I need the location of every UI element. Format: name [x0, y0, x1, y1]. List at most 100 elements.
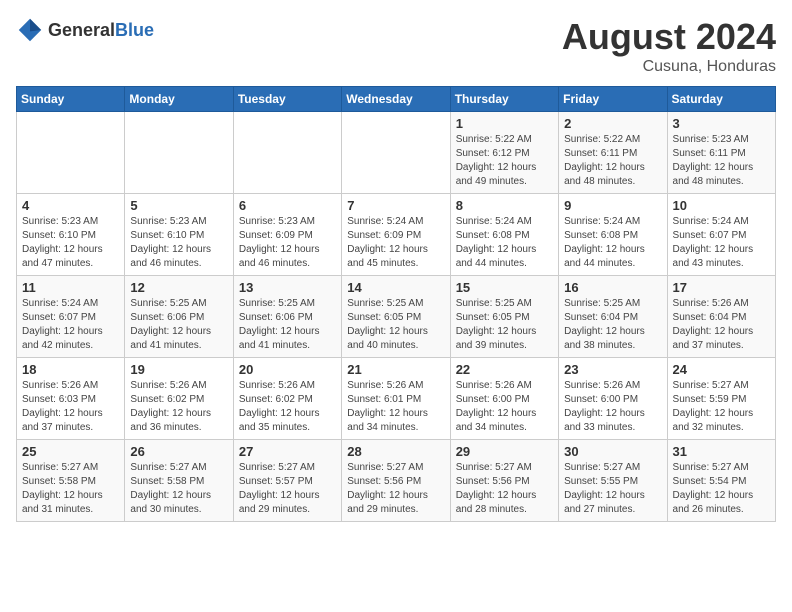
day-number: 4 — [22, 198, 119, 213]
calendar-cell: 11Sunrise: 5:24 AM Sunset: 6:07 PM Dayli… — [17, 276, 125, 358]
calendar-cell: 10 Sunrise: 5:24 AM Sunset: 6:07 PM Dayli… — [667, 194, 775, 276]
weekday-header-tuesday: Tuesday — [233, 87, 341, 112]
calendar-cell: 9 Sunrise: 5:24 AM Sunset: 6:08 PM Daylig… — [559, 194, 667, 276]
calendar-cell: 17 Sunrise: 5:26 AM Sunset: 6:04 PM Dayli… — [667, 276, 775, 358]
day-number: 5 — [130, 198, 227, 213]
day-detail: Sunrise: 5:26 AM Sunset: 6:01 PM Dayligh… — [347, 379, 444, 435]
day-number: 28 — [347, 444, 444, 459]
day-number: 14 — [347, 280, 444, 295]
day-detail: Sunrise: 5:23 AM Sunset: 6:10 PM Dayligh… — [22, 215, 119, 271]
calendar-week-row: 25 Sunrise: 5:27 AM Sunset: 5:58 PM Dayli… — [17, 440, 776, 522]
calendar-week-row: 4 Sunrise: 5:23 AM Sunset: 6:10 PM Daylig… — [17, 194, 776, 276]
calendar-week-row: 11Sunrise: 5:24 AM Sunset: 6:07 PM Dayli… — [17, 276, 776, 358]
calendar-cell: 14 Sunrise: 5:25 AM Sunset: 6:05 PM Dayli… — [342, 276, 450, 358]
day-number: 19 — [130, 362, 227, 377]
day-detail: Sunrise: 5:27 AM Sunset: 5:54 PM Dayligh… — [673, 461, 770, 517]
day-detail: Sunrise: 5:25 AM Sunset: 6:05 PM Dayligh… — [347, 297, 444, 353]
calendar-cell: 18 Sunrise: 5:26 AM Sunset: 6:03 PM Dayli… — [17, 358, 125, 440]
day-detail: Sunrise: 5:25 AM Sunset: 6:05 PM Dayligh… — [456, 297, 553, 353]
calendar-cell: 28 Sunrise: 5:27 AM Sunset: 5:56 PM Dayli… — [342, 440, 450, 522]
calendar-cell — [342, 112, 450, 194]
day-detail: Sunrise: 5:27 AM Sunset: 5:56 PM Dayligh… — [347, 461, 444, 517]
calendar-table: SundayMondayTuesdayWednesdayThursdayFrid… — [16, 86, 776, 522]
calendar-week-row: 18 Sunrise: 5:26 AM Sunset: 6:03 PM Dayli… — [17, 358, 776, 440]
day-detail: Sunrise: 5:24 AM Sunset: 6:08 PM Dayligh… — [564, 215, 661, 271]
day-number: 8 — [456, 198, 553, 213]
calendar-cell: 25Sunrise: 5:27 AM Sunset: 5:58 PM Dayli… — [17, 440, 125, 522]
calendar-cell: 6Sunrise: 5:23 AM Sunset: 6:09 PM Daylig… — [233, 194, 341, 276]
day-number: 12 — [130, 280, 227, 295]
day-number: 23 — [564, 362, 661, 377]
weekday-header-saturday: Saturday — [667, 87, 775, 112]
calendar-cell: 15 Sunrise: 5:25 AM Sunset: 6:05 PM Dayli… — [450, 276, 558, 358]
day-number: 29 — [456, 444, 553, 459]
weekday-header-thursday: Thursday — [450, 87, 558, 112]
calendar-cell — [17, 112, 125, 194]
page-header: GeneralBlue August 2024 Cusuna, Honduras — [16, 16, 776, 76]
calendar-cell: 3 Sunrise: 5:23 AM Sunset: 6:11 PM Daylig… — [667, 112, 775, 194]
calendar-cell: 5Sunrise: 5:23 AM Sunset: 6:10 PM Daylig… — [125, 194, 233, 276]
day-detail: Sunrise: 5:25 AM Sunset: 6:04 PM Dayligh… — [564, 297, 661, 353]
calendar-cell: 4 Sunrise: 5:23 AM Sunset: 6:10 PM Daylig… — [17, 194, 125, 276]
day-number: 25 — [22, 444, 119, 459]
day-number: 11 — [22, 280, 119, 295]
day-detail: Sunrise: 5:27 AM Sunset: 5:56 PM Dayligh… — [456, 461, 553, 517]
logo-text-blue: Blue — [115, 20, 154, 40]
day-number: 18 — [22, 362, 119, 377]
logo-text-general: General — [48, 20, 115, 40]
day-detail: Sunrise: 5:24 AM Sunset: 6:08 PM Dayligh… — [456, 215, 553, 271]
weekday-header-friday: Friday — [559, 87, 667, 112]
day-number: 13 — [239, 280, 336, 295]
day-detail: Sunrise: 5:26 AM Sunset: 6:03 PM Dayligh… — [22, 379, 119, 435]
calendar-cell: 8 Sunrise: 5:24 AM Sunset: 6:08 PM Daylig… — [450, 194, 558, 276]
day-number: 21 — [347, 362, 444, 377]
calendar-cell: 31 Sunrise: 5:27 AM Sunset: 5:54 PM Dayli… — [667, 440, 775, 522]
calendar-title: August 2024 — [562, 16, 776, 58]
day-detail: Sunrise: 5:26 AM Sunset: 6:04 PM Dayligh… — [673, 297, 770, 353]
calendar-week-row: 1Sunrise: 5:22 AM Sunset: 6:12 PM Daylig… — [17, 112, 776, 194]
logo: GeneralBlue — [16, 16, 154, 44]
day-number: 16 — [564, 280, 661, 295]
day-detail: Sunrise: 5:26 AM Sunset: 6:00 PM Dayligh… — [456, 379, 553, 435]
day-detail: Sunrise: 5:27 AM Sunset: 5:55 PM Dayligh… — [564, 461, 661, 517]
calendar-cell: 1Sunrise: 5:22 AM Sunset: 6:12 PM Daylig… — [450, 112, 558, 194]
calendar-cell — [125, 112, 233, 194]
day-number: 15 — [456, 280, 553, 295]
calendar-cell: 30Sunrise: 5:27 AM Sunset: 5:55 PM Dayli… — [559, 440, 667, 522]
day-detail: Sunrise: 5:24 AM Sunset: 6:07 PM Dayligh… — [673, 215, 770, 271]
day-detail: Sunrise: 5:24 AM Sunset: 6:09 PM Dayligh… — [347, 215, 444, 271]
day-detail: Sunrise: 5:27 AM Sunset: 5:58 PM Dayligh… — [130, 461, 227, 517]
calendar-cell: 20 Sunrise: 5:26 AM Sunset: 6:02 PM Dayli… — [233, 358, 341, 440]
day-number: 20 — [239, 362, 336, 377]
calendar-cell: 23Sunrise: 5:26 AM Sunset: 6:00 PM Dayli… — [559, 358, 667, 440]
weekday-header-wednesday: Wednesday — [342, 87, 450, 112]
day-number: 6 — [239, 198, 336, 213]
weekday-header-sunday: Sunday — [17, 87, 125, 112]
calendar-cell — [233, 112, 341, 194]
calendar-cell: 26Sunrise: 5:27 AM Sunset: 5:58 PM Dayli… — [125, 440, 233, 522]
day-number: 9 — [564, 198, 661, 213]
calendar-cell: 21 Sunrise: 5:26 AM Sunset: 6:01 PM Dayli… — [342, 358, 450, 440]
calendar-cell: 13Sunrise: 5:25 AM Sunset: 6:06 PM Dayli… — [233, 276, 341, 358]
weekday-header-monday: Monday — [125, 87, 233, 112]
calendar-cell: 12Sunrise: 5:25 AM Sunset: 6:06 PM Dayli… — [125, 276, 233, 358]
day-detail: Sunrise: 5:23 AM Sunset: 6:11 PM Dayligh… — [673, 133, 770, 189]
day-number: 2 — [564, 116, 661, 131]
day-detail: Sunrise: 5:27 AM Sunset: 5:59 PM Dayligh… — [673, 379, 770, 435]
day-detail: Sunrise: 5:27 AM Sunset: 5:57 PM Dayligh… — [239, 461, 336, 517]
calendar-cell: 2Sunrise: 5:22 AM Sunset: 6:11 PM Daylig… — [559, 112, 667, 194]
day-number: 1 — [456, 116, 553, 131]
calendar-header-row: SundayMondayTuesdayWednesdayThursdayFrid… — [17, 87, 776, 112]
calendar-cell: 19Sunrise: 5:26 AM Sunset: 6:02 PM Dayli… — [125, 358, 233, 440]
day-detail: Sunrise: 5:26 AM Sunset: 6:02 PM Dayligh… — [239, 379, 336, 435]
logo-icon — [16, 16, 44, 44]
day-number: 10 — [673, 198, 770, 213]
calendar-cell: 27Sunrise: 5:27 AM Sunset: 5:57 PM Dayli… — [233, 440, 341, 522]
calendar-cell: 7Sunrise: 5:24 AM Sunset: 6:09 PM Daylig… — [342, 194, 450, 276]
calendar-cell: 16 Sunrise: 5:25 AM Sunset: 6:04 PM Dayli… — [559, 276, 667, 358]
day-number: 3 — [673, 116, 770, 131]
day-number: 22 — [456, 362, 553, 377]
day-number: 17 — [673, 280, 770, 295]
day-number: 31 — [673, 444, 770, 459]
calendar-cell: 29 Sunrise: 5:27 AM Sunset: 5:56 PM Dayli… — [450, 440, 558, 522]
